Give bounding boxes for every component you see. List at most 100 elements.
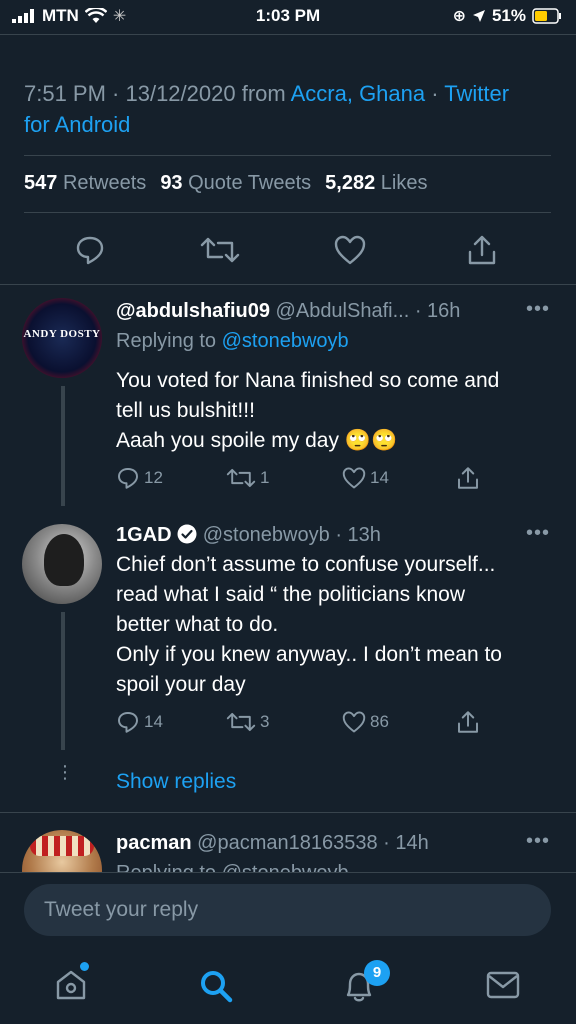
more-options-icon[interactable]: •••	[526, 522, 550, 545]
partial-tweet: pacman @pacman18163538 · 14h ••• Replyin…	[0, 820, 576, 872]
avatar[interactable]	[22, 524, 102, 604]
tweet-time: · 16h	[414, 300, 461, 322]
tab-home[interactable]	[54, 962, 89, 1002]
share-icon	[458, 711, 478, 733]
tweet-text: You voted for Nana finished so come and …	[116, 366, 566, 456]
tweet-stats: 547 Retweets 93 Quote Tweets 5,282 Likes	[24, 172, 428, 195]
replying-to: Replying to @stonebwoyb	[116, 330, 349, 353]
tweet-text-line: Only if you knew anyway.. I don’t mean t…	[116, 643, 502, 666]
tweet-text-line: spoil your day	[116, 673, 246, 696]
like-heart-icon	[342, 711, 366, 733]
tab-notifications[interactable]: 9	[342, 960, 390, 1004]
verified-badge-icon	[177, 524, 197, 544]
replying-to-partial: Replying to @stonebwoyb	[116, 862, 349, 872]
likes-label: Likes	[380, 172, 428, 194]
notification-badge: 9	[364, 960, 390, 986]
quotes-count: 93	[160, 172, 183, 194]
author-handle[interactable]: @pacman18163538	[197, 832, 377, 854]
author-handle[interactable]: @stonebwoyb	[203, 524, 330, 546]
tab-messages[interactable]	[486, 970, 520, 1000]
like-heart-icon[interactable]	[334, 235, 366, 265]
replying-to-link[interactable]: @stonebwoyb	[222, 330, 349, 352]
reply-icon[interactable]	[74, 234, 106, 266]
thread-divider	[0, 812, 576, 813]
replying-to-label: Replying to	[116, 330, 222, 352]
like-button[interactable]: 86	[342, 711, 389, 733]
composer-divider	[0, 872, 576, 873]
avatar-portrait-shape	[44, 534, 84, 586]
thread-line	[61, 612, 65, 750]
tweet-text-line: better what to do.	[116, 613, 279, 636]
show-replies-link[interactable]: Show replies	[116, 770, 236, 794]
retweet-count: 3	[260, 712, 270, 731]
avatar[interactable]: ANDY DOSTY	[22, 298, 102, 378]
quotes-stat[interactable]: 93 Quote Tweets	[160, 172, 311, 195]
more-options-icon[interactable]: •••	[526, 298, 550, 321]
stats-divider	[24, 212, 551, 213]
likes-count: 5,282	[325, 172, 376, 194]
author-name[interactable]: 1GAD	[116, 524, 172, 546]
likes-stat[interactable]: 5,282 Likes	[325, 172, 427, 195]
thread-ellipsis-icon: ⋮	[56, 762, 74, 782]
avatar-logo-text: ANDY DOSTY	[23, 328, 101, 340]
tweet-text-segment: Aaah you spoile my day	[116, 429, 339, 452]
home-icon	[56, 970, 86, 1000]
tweet-action-row	[0, 232, 576, 268]
rotation-lock-icon: ⊕	[452, 8, 466, 25]
retweet-icon	[226, 712, 256, 732]
location-arrow-icon	[472, 10, 485, 22]
retweets-count: 547	[24, 172, 58, 194]
like-count: 86	[370, 712, 389, 731]
tweet-text-line: Chief don’t assume to confuse yourself..…	[116, 553, 496, 576]
tab-search[interactable]	[198, 968, 234, 1004]
home-unread-dot	[80, 962, 89, 971]
reply-button[interactable]: 12	[116, 466, 163, 490]
tweet-client-link[interactable]: Twitter	[444, 81, 509, 106]
retweet-button[interactable]: 1	[226, 467, 269, 489]
reply-icon	[118, 712, 138, 733]
retweet-icon	[226, 468, 256, 488]
retweet-icon[interactable]	[200, 235, 240, 265]
status-bar: MTN ✳ 1:03 PM ⊕ 51%	[0, 0, 576, 36]
reply-button[interactable]: 14	[116, 710, 163, 734]
tweet-text: Chief don’t assume to confuse yourself..…	[116, 550, 566, 700]
status-right: ⊕ 51%	[453, 6, 562, 26]
like-count: 14	[370, 468, 389, 487]
reply-actions: 14 3 86	[116, 708, 496, 736]
status-divider	[0, 34, 576, 35]
tweet-text-line: tell us bulshit!!!	[116, 399, 255, 422]
tweet-header: pacman @pacman18163538 · 14h	[116, 832, 429, 855]
battery-percent: 51%	[491, 6, 526, 25]
tweet-text-line: read what I said “ the politicians know	[116, 583, 466, 606]
bottom-tab-bar: 9	[0, 948, 576, 1024]
reply-count: 12	[144, 468, 163, 487]
author-name[interactable]: pacman	[116, 832, 192, 854]
tweet-timestamp: 7:51 PM · 13/12/2020 from	[24, 81, 291, 106]
search-icon	[201, 971, 233, 1003]
like-button[interactable]: 14	[342, 467, 389, 489]
reply-count: 14	[144, 712, 163, 731]
author-name[interactable]: @abdulshafiu09	[116, 300, 270, 322]
tweet-text-line: You voted for Nana finished so come and	[116, 369, 500, 392]
retweet-button[interactable]: 3	[226, 711, 269, 733]
tweet-client-link-cont[interactable]: for Android	[24, 112, 130, 137]
share-button[interactable]	[456, 710, 480, 734]
like-heart-icon	[342, 467, 366, 489]
tweet-location-link[interactable]: Accra, Ghana	[291, 81, 426, 106]
battery-icon	[532, 8, 561, 24]
reply-input[interactable]: Tweet your reply	[24, 884, 551, 936]
reply-actions: 12 1 14	[116, 464, 496, 492]
tweet-time: · 14h	[383, 832, 429, 854]
tweet-time: · 13h	[335, 524, 381, 546]
tweet-header: @abdulshafiu09 @AbdulShafi... · 16h	[116, 300, 460, 323]
more-options-icon[interactable]: •••	[526, 830, 550, 853]
action-divider	[0, 284, 576, 285]
retweets-stat[interactable]: 547 Retweets	[24, 172, 146, 195]
tweet-text-line: Aaah you spoile my day 🙄🙄	[116, 426, 566, 456]
share-icon	[458, 467, 478, 489]
share-icon[interactable]	[466, 234, 498, 266]
retweets-label: Retweets	[62, 172, 147, 194]
author-handle[interactable]: @AbdulShafi...	[276, 300, 410, 322]
share-button[interactable]	[456, 466, 480, 490]
avatar[interactable]	[22, 830, 102, 872]
